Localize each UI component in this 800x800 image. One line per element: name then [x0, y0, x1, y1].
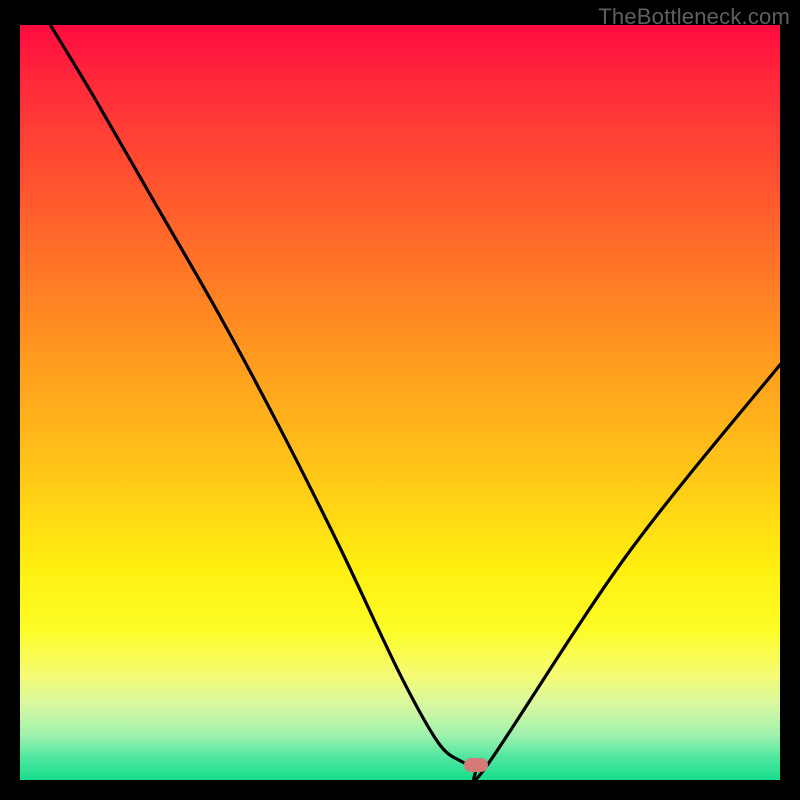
watermark-text: TheBottleneck.com	[598, 4, 790, 30]
plot-area	[20, 25, 780, 780]
bottleneck-curve	[20, 25, 780, 780]
minimum-marker	[464, 758, 488, 772]
chart-container: TheBottleneck.com	[0, 0, 800, 800]
